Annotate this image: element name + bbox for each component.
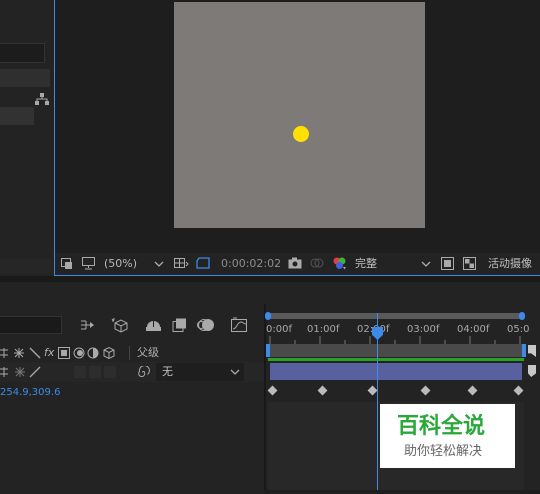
quality-switch-icon[interactable] [29, 366, 41, 378]
zoom-dropdown[interactable]: (50%) [104, 257, 166, 271]
project-column-header [0, 69, 50, 87]
timeline-search-input[interactable] [0, 316, 62, 334]
resolution-dropdown[interactable]: 完整 [355, 257, 435, 271]
motion-blur-switch-header-icon [73, 347, 85, 359]
layer-switches-header: fx 父级 [0, 344, 264, 362]
watermark-badge: 百科全说 助你轻松解决 [380, 404, 515, 468]
track-green-line [268, 358, 524, 361]
composition-canvas[interactable] [174, 2, 425, 228]
parent-dropdown[interactable]: 无 [156, 363, 244, 381]
chevron-down-icon [154, 257, 164, 271]
playhead-line[interactable] [377, 313, 378, 494]
ruler-label: 0:00f [266, 324, 292, 335]
snapshot-camera-icon[interactable] [288, 257, 302, 269]
monitor-icon[interactable] [82, 257, 95, 270]
current-time-display[interactable]: 0:00:02:02 [221, 257, 281, 271]
ruler-label: 05:0 [507, 324, 530, 335]
show-snapshot-icon[interactable] [310, 257, 324, 269]
ruler-label: 03:00f [407, 324, 440, 335]
shy-layers-icon[interactable] [145, 318, 162, 332]
3d-switch-slot[interactable] [104, 366, 116, 378]
collapse-switch-header-icon [13, 347, 25, 359]
timeline-scrollbar-track[interactable] [264, 490, 540, 494]
navigator-end-handle[interactable] [519, 312, 525, 320]
project-panel [0, 0, 54, 276]
chevron-down-icon [230, 365, 240, 379]
yellow-circle-layer[interactable] [293, 126, 309, 142]
resolution-value: 完整 [355, 257, 377, 270]
parent-column-header: 父级 [137, 346, 159, 359]
fast-preview-icon[interactable] [441, 257, 454, 270]
adjustment-layer-switch-header-icon [87, 347, 99, 359]
ruler-label: 04:00f [457, 324, 490, 335]
color-channels-icon[interactable] [332, 256, 347, 271]
draft-3d-icon[interactable] [111, 317, 129, 333]
quality-switch-header-icon [29, 347, 41, 359]
frame-blending-icon[interactable] [172, 318, 188, 332]
resolution-grid-icon[interactable] [173, 257, 189, 270]
work-area-end-handle[interactable] [522, 344, 526, 357]
transparency-grid-icon[interactable] [463, 257, 476, 270]
ruler-ticks [269, 336, 521, 344]
pick-whip-icon[interactable] [137, 366, 150, 379]
layer-duration-bar[interactable] [270, 363, 522, 380]
effect-switch-slot[interactable] [74, 366, 86, 378]
ruler-label: 01:00f [307, 324, 340, 335]
project-item-row[interactable] [0, 107, 34, 125]
shy-switch-header-icon [0, 347, 10, 359]
chevron-down-icon [421, 257, 431, 271]
frame-blend-switch-header-icon [58, 347, 70, 359]
region-of-interest-icon[interactable] [61, 258, 73, 270]
column-divider [129, 346, 130, 360]
toggle-mask-icon[interactable] [196, 256, 210, 270]
3d-layer-switch-header-icon [102, 346, 116, 360]
project-panel-footer [0, 258, 52, 274]
watermark-title: 百科全说 [397, 414, 486, 439]
position-value[interactable]: 254.9,309.6 [0, 387, 60, 399]
work-area-bar[interactable] [266, 344, 526, 357]
effects-switch-header: fx [44, 346, 55, 359]
graph-editor-icon[interactable] [231, 317, 248, 333]
position-property-row: 254.9,309.6 [0, 384, 264, 402]
collapse-switch-icon[interactable] [14, 366, 26, 378]
viewer-toolbar: (50%) 0:00:02:02 完整 活动摄像 [55, 253, 540, 275]
time-navigator-bar[interactable] [265, 312, 525, 320]
time-ruler[interactable]: 0:00f 01:00f 02:00f 03:00f 04:00f 05:0 [266, 320, 540, 344]
watermark-subtitle: 助你轻松解决 [404, 444, 483, 459]
layer-row[interactable]: 无 [0, 362, 264, 382]
zoom-value: (50%) [104, 257, 138, 270]
motion-blur-switch-slot[interactable] [89, 366, 101, 378]
motion-blur-icon[interactable] [197, 318, 215, 332]
flowchart-icon[interactable] [35, 93, 49, 105]
parent-value: 无 [162, 365, 173, 378]
work-area-start-handle[interactable] [266, 344, 270, 357]
active-camera-dropdown[interactable]: 活动摄像 [488, 257, 532, 271]
navigator-start-handle[interactable] [265, 312, 271, 320]
project-search-field[interactable] [0, 43, 45, 63]
composition-viewer[interactable] [54, 0, 540, 276]
composition-mini-flowchart-icon[interactable] [80, 318, 96, 332]
shy-switch-icon[interactable] [0, 366, 10, 378]
